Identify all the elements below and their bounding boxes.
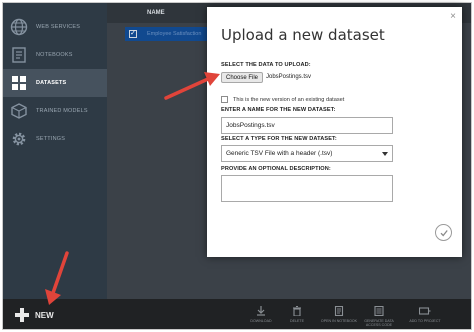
chevron-down-icon — [382, 152, 388, 156]
sidebar-item-label: DATASETS — [36, 80, 67, 86]
close-icon[interactable]: × — [450, 12, 456, 22]
row-name: Employee Satisfaction — [147, 31, 202, 37]
sidebar-item-web-services[interactable]: WEB SERVICES — [3, 13, 107, 41]
dataset-type-select[interactable]: Generic TSV File with a header (.tsv) — [221, 145, 393, 162]
column-header-name[interactable]: NAME — [147, 10, 165, 16]
sidebar-item-label: WEB SERVICES — [36, 24, 81, 30]
chosen-file-name: JobsPostings.tsv — [266, 74, 312, 80]
row-checkbox[interactable]: ✓ — [129, 30, 137, 38]
download-icon — [255, 305, 267, 317]
datasets-icon — [8, 72, 30, 94]
sidebar-item-notebooks[interactable]: NOTEBOOKS — [3, 41, 107, 69]
dataset-name-input[interactable]: JobsPostings.tsv — [221, 117, 393, 134]
new-label: NEW — [35, 310, 54, 320]
code-icon — [373, 305, 385, 317]
command-label: DELETE — [290, 319, 304, 323]
cube-icon — [8, 100, 30, 122]
globe-icon — [8, 16, 30, 38]
open-in-notebook-button[interactable]: OPEN IN NOTEBOOK — [317, 305, 361, 323]
notebook-icon — [8, 44, 30, 66]
annotation-arrow-new — [45, 251, 69, 305]
sidebar-item-settings[interactable]: SETTINGS — [3, 125, 107, 153]
sidebar-item-label: SETTINGS — [36, 136, 66, 142]
description-textarea[interactable] — [221, 175, 393, 202]
gear-icon — [8, 128, 30, 150]
command-label: OPEN IN NOTEBOOK — [320, 319, 358, 323]
add-to-project-button[interactable]: ADD TO PROJECT — [403, 305, 447, 323]
trash-icon — [291, 305, 303, 317]
dataset-type-value: Generic TSV File with a header (.tsv) — [226, 150, 333, 157]
table-row[interactable]: ✓ Employee Satisfaction — [125, 27, 215, 41]
sidebar-item-label: NOTEBOOKS — [36, 52, 73, 58]
command-label: DOWNLOAD — [250, 319, 272, 323]
sidebar-item-trained-models[interactable]: TRAINED MODELS — [3, 97, 107, 125]
project-icon — [419, 305, 431, 317]
command-label: GENERATE DATA ACCESS CODE — [364, 319, 394, 327]
ok-button[interactable] — [435, 224, 452, 241]
dataset-type-label: SELECT A TYPE FOR THE NEW DATASET: — [221, 136, 337, 142]
delete-button[interactable]: DELETE — [275, 305, 319, 323]
new-version-label: This is the new version of an existing d… — [233, 96, 345, 103]
sidebar-item-label: TRAINED MODELS — [36, 108, 88, 114]
dialog-title: Upload a new dataset — [221, 26, 385, 44]
description-label: PROVIDE AN OPTIONAL DESCRIPTION: — [221, 166, 331, 172]
dataset-name-label: ENTER A NAME FOR THE NEW DATASET: — [221, 107, 336, 113]
notebook-icon — [333, 305, 345, 317]
plus-icon — [15, 308, 29, 322]
upload-dataset-dialog: × Upload a new dataset SELECT THE DATA T… — [207, 7, 462, 257]
select-data-label: SELECT THE DATA TO UPLOAD: — [221, 62, 311, 68]
sidebar-item-datasets[interactable]: DATASETS — [3, 69, 107, 97]
generate-data-access-code-button[interactable]: GENERATE DATA ACCESS CODE — [357, 305, 401, 327]
annotation-arrow-choose-file — [164, 72, 220, 100]
command-label: ADD TO PROJECT — [409, 319, 441, 323]
checkmark-icon — [439, 228, 449, 238]
new-button[interactable]: NEW — [15, 308, 54, 322]
new-version-checkbox-row[interactable]: This is the new version of an existing d… — [221, 96, 344, 103]
